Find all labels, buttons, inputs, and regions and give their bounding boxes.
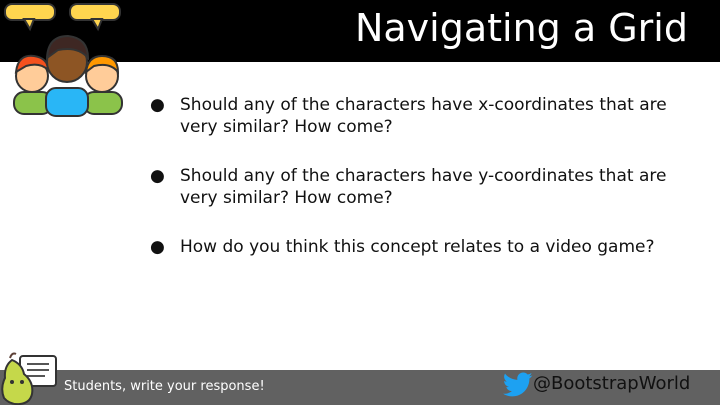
list-item: ● Should any of the characters have y-co… [150,165,670,209]
discussion-questions-list: ● Should any of the characters have x-co… [150,94,670,285]
slide-title: Navigating a Grid [354,6,688,50]
bullet-icon: ● [150,237,165,257]
three-people-speech-bubbles-icon [4,3,123,117]
question-text: How do you think this concept relates to… [180,237,655,257]
question-text: Should any of the characters have y-coor… [180,166,667,208]
student-response-prompt: Students, write your response! [64,379,265,394]
twitter-bird-icon [503,372,533,397]
list-item: ● How do you think this concept relates … [150,236,670,258]
list-item: ● Should any of the characters have x-co… [150,94,670,138]
bullet-icon: ● [150,166,165,186]
question-text: Should any of the characters have x-coor… [180,95,667,137]
bullet-icon: ● [150,95,165,115]
pear-deck-icon [1,352,57,405]
twitter-handle: @BootstrapWorld [533,373,691,394]
